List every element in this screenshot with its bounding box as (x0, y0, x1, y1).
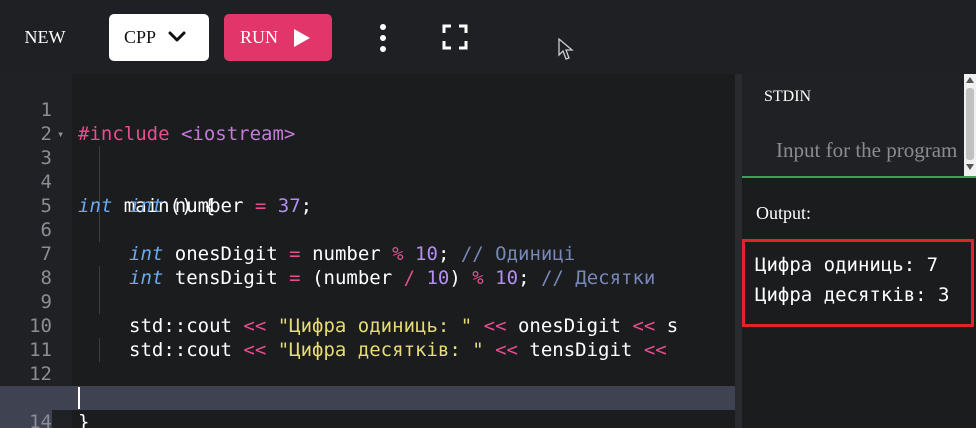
code-line[interactable]: 4 int number = 37; (0, 146, 735, 217)
code-line[interactable]: 8 (0, 242, 735, 289)
code-line[interactable]: 2 (0, 98, 735, 145)
io-panel: STDIN Input for the program Output: Цифр… (742, 74, 976, 428)
text-caret (78, 387, 80, 409)
scrollbar-thumb[interactable] (966, 88, 974, 160)
chevron-down-icon (168, 31, 186, 42)
code-line[interactable]: 12 return 0; (0, 338, 735, 409)
stdin-placeholder: Input for the program (776, 138, 958, 162)
code-editor[interactable]: 1 #include <iostream> 2 3 ▾ int main() {… (0, 74, 735, 428)
language-select[interactable]: CPP (109, 14, 209, 61)
language-label: CPP (124, 27, 157, 47)
scroll-down-icon[interactable] (966, 164, 974, 170)
mouse-cursor-icon (558, 38, 574, 60)
panel-splitter[interactable] (735, 74, 742, 428)
code-line[interactable]: 11 (0, 314, 735, 361)
stdin-label: STDIN (764, 88, 812, 105)
output-line: Цифра одиниць: 7 (755, 254, 939, 276)
code-line[interactable]: 1 #include <iostream> (0, 74, 735, 145)
fold-arrow-icon[interactable]: ▾ (57, 122, 64, 146)
play-icon (294, 29, 310, 47)
code-line[interactable]: 3 ▾ int main() { (0, 122, 735, 217)
code-line[interactable]: 9 std::cout << "Цифра одиниць: " << ones… (0, 266, 735, 337)
run-button[interactable]: RUN (224, 14, 332, 61)
toolbar: NEW CPP RUN (0, 0, 976, 74)
code-line[interactable]: 13 } (0, 362, 735, 428)
divider (742, 176, 976, 178)
output-line: Цифра десятків: 3 (755, 284, 950, 306)
output-highlight: Цифра одиниць: 7 Цифра десятків: 3 (742, 239, 974, 327)
code-line[interactable]: 6 int onesDigit = number % 10; // Одиниц… (0, 194, 735, 265)
code-text: } (78, 411, 90, 428)
code-line-active[interactable]: 14 (0, 386, 735, 428)
new-button[interactable]: NEW (14, 20, 76, 54)
code-line[interactable]: 7 int tensDigit = (number / 10) % 10; //… (0, 218, 735, 289)
stdin-input[interactable]: STDIN Input for the program (742, 74, 976, 176)
output-label: Output: (756, 203, 812, 223)
line-number: 14 (0, 410, 52, 428)
scroll-up-icon[interactable] (966, 77, 974, 83)
code-line[interactable]: 10 std::cout << "Цифра десятків: " << te… (0, 290, 735, 361)
run-label: RUN (240, 27, 279, 47)
fullscreen-icon[interactable] (440, 22, 470, 52)
vertical-dots-icon[interactable] (370, 22, 396, 54)
code-line[interactable]: 5 (0, 170, 735, 217)
stdin-scrollbar[interactable] (964, 74, 976, 176)
